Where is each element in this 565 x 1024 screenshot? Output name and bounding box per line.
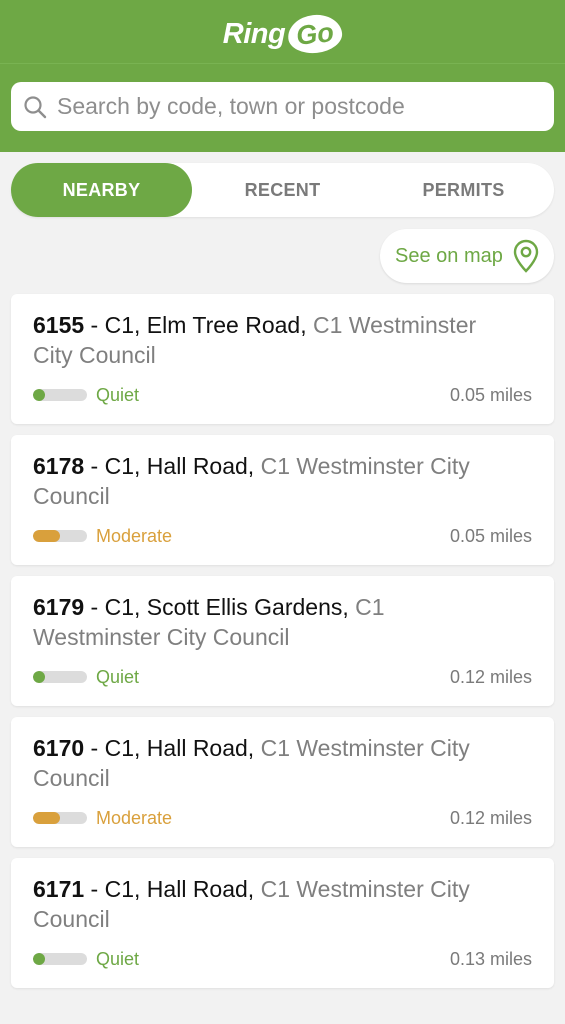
search-bar[interactable] bbox=[11, 82, 554, 131]
busy-status-label: Quiet bbox=[96, 385, 140, 405]
location-code: 6178 bbox=[33, 453, 85, 479]
title-separator: - bbox=[84, 453, 105, 479]
location-card[interactable]: 6155 - C1, Elm Tree Road, C1 Westminster… bbox=[11, 294, 554, 424]
title-separator: - bbox=[84, 876, 105, 902]
title-separator: - bbox=[84, 594, 105, 620]
distance-label: 0.05 miles bbox=[449, 385, 532, 405]
location-street: C1, Scott Ellis Gardens, bbox=[104, 594, 349, 620]
distance-label: 0.12 miles bbox=[449, 667, 532, 687]
busy-status-label: Quiet bbox=[96, 667, 140, 687]
busy-level-fill bbox=[33, 953, 45, 965]
logo-text-go: Go bbox=[286, 12, 345, 56]
location-card[interactable]: 6179 - C1, Scott Ellis Gardens, C1 Westm… bbox=[11, 576, 554, 706]
location-card[interactable]: 6171 - C1, Hall Road, C1 Westminster Cit… bbox=[11, 858, 554, 988]
busy-level-fill bbox=[33, 812, 60, 824]
busy-status-label: Quiet bbox=[96, 949, 140, 969]
location-title: 6178 - C1, Hall Road, C1 Westminster Cit… bbox=[33, 451, 513, 511]
busy-level-fill bbox=[33, 389, 45, 401]
location-title: 6170 - C1, Hall Road, C1 Westminster Cit… bbox=[33, 733, 513, 793]
distance-label: 0.12 miles bbox=[449, 808, 532, 828]
location-code: 6155 bbox=[33, 312, 85, 338]
map-pin-icon bbox=[513, 239, 539, 273]
location-code: 6179 bbox=[33, 594, 85, 620]
location-code: 6171 bbox=[33, 876, 85, 902]
location-title: 6171 - C1, Hall Road, C1 Westminster Cit… bbox=[33, 874, 513, 934]
location-code: 6170 bbox=[33, 735, 85, 761]
see-on-map-button[interactable]: See on map bbox=[380, 229, 554, 283]
logo-text-ring: Ring bbox=[222, 17, 286, 50]
location-street: C1, Hall Road, bbox=[104, 876, 255, 902]
distance-label: 0.05 miles bbox=[449, 526, 532, 546]
search-icon bbox=[23, 95, 47, 119]
title-separator: - bbox=[84, 735, 105, 761]
busy-level-bar bbox=[33, 671, 87, 683]
location-street: C1, Hall Road, bbox=[104, 453, 255, 479]
busy-level-bar bbox=[33, 530, 87, 542]
location-title: 6179 - C1, Scott Ellis Gardens, C1 Westm… bbox=[33, 592, 513, 652]
see-on-map-label: See on map bbox=[395, 244, 503, 267]
busy-status-label: Moderate bbox=[96, 526, 173, 546]
busy-level-fill bbox=[33, 671, 45, 683]
distance-label: 0.13 miles bbox=[449, 949, 532, 969]
location-list: 6155 - C1, Elm Tree Road, C1 Westminster… bbox=[11, 294, 554, 999]
tab-recent[interactable]: RECENT bbox=[192, 163, 373, 217]
busy-level-fill bbox=[33, 530, 60, 542]
busy-level-bar bbox=[33, 953, 87, 965]
busy-level-bar bbox=[33, 812, 87, 824]
header-divider bbox=[0, 63, 565, 64]
busy-level-bar bbox=[33, 389, 87, 401]
app-header: Ring Go bbox=[0, 0, 565, 152]
location-street: C1, Elm Tree Road, bbox=[104, 312, 307, 338]
title-separator: - bbox=[84, 312, 105, 338]
location-street: C1, Hall Road, bbox=[104, 735, 255, 761]
search-input[interactable] bbox=[57, 93, 554, 120]
tab-nearby[interactable]: NEARBY bbox=[11, 163, 192, 217]
segmented-tabs: NEARBY RECENT PERMITS bbox=[11, 163, 554, 217]
location-title: 6155 - C1, Elm Tree Road, C1 Westminster… bbox=[33, 310, 513, 370]
tab-permits[interactable]: PERMITS bbox=[373, 163, 554, 217]
busy-status-label: Moderate bbox=[96, 808, 173, 828]
location-card[interactable]: 6170 - C1, Hall Road, C1 Westminster Cit… bbox=[11, 717, 554, 847]
ringgo-logo: Ring Go bbox=[0, 12, 565, 56]
location-card[interactable]: 6178 - C1, Hall Road, C1 Westminster Cit… bbox=[11, 435, 554, 565]
